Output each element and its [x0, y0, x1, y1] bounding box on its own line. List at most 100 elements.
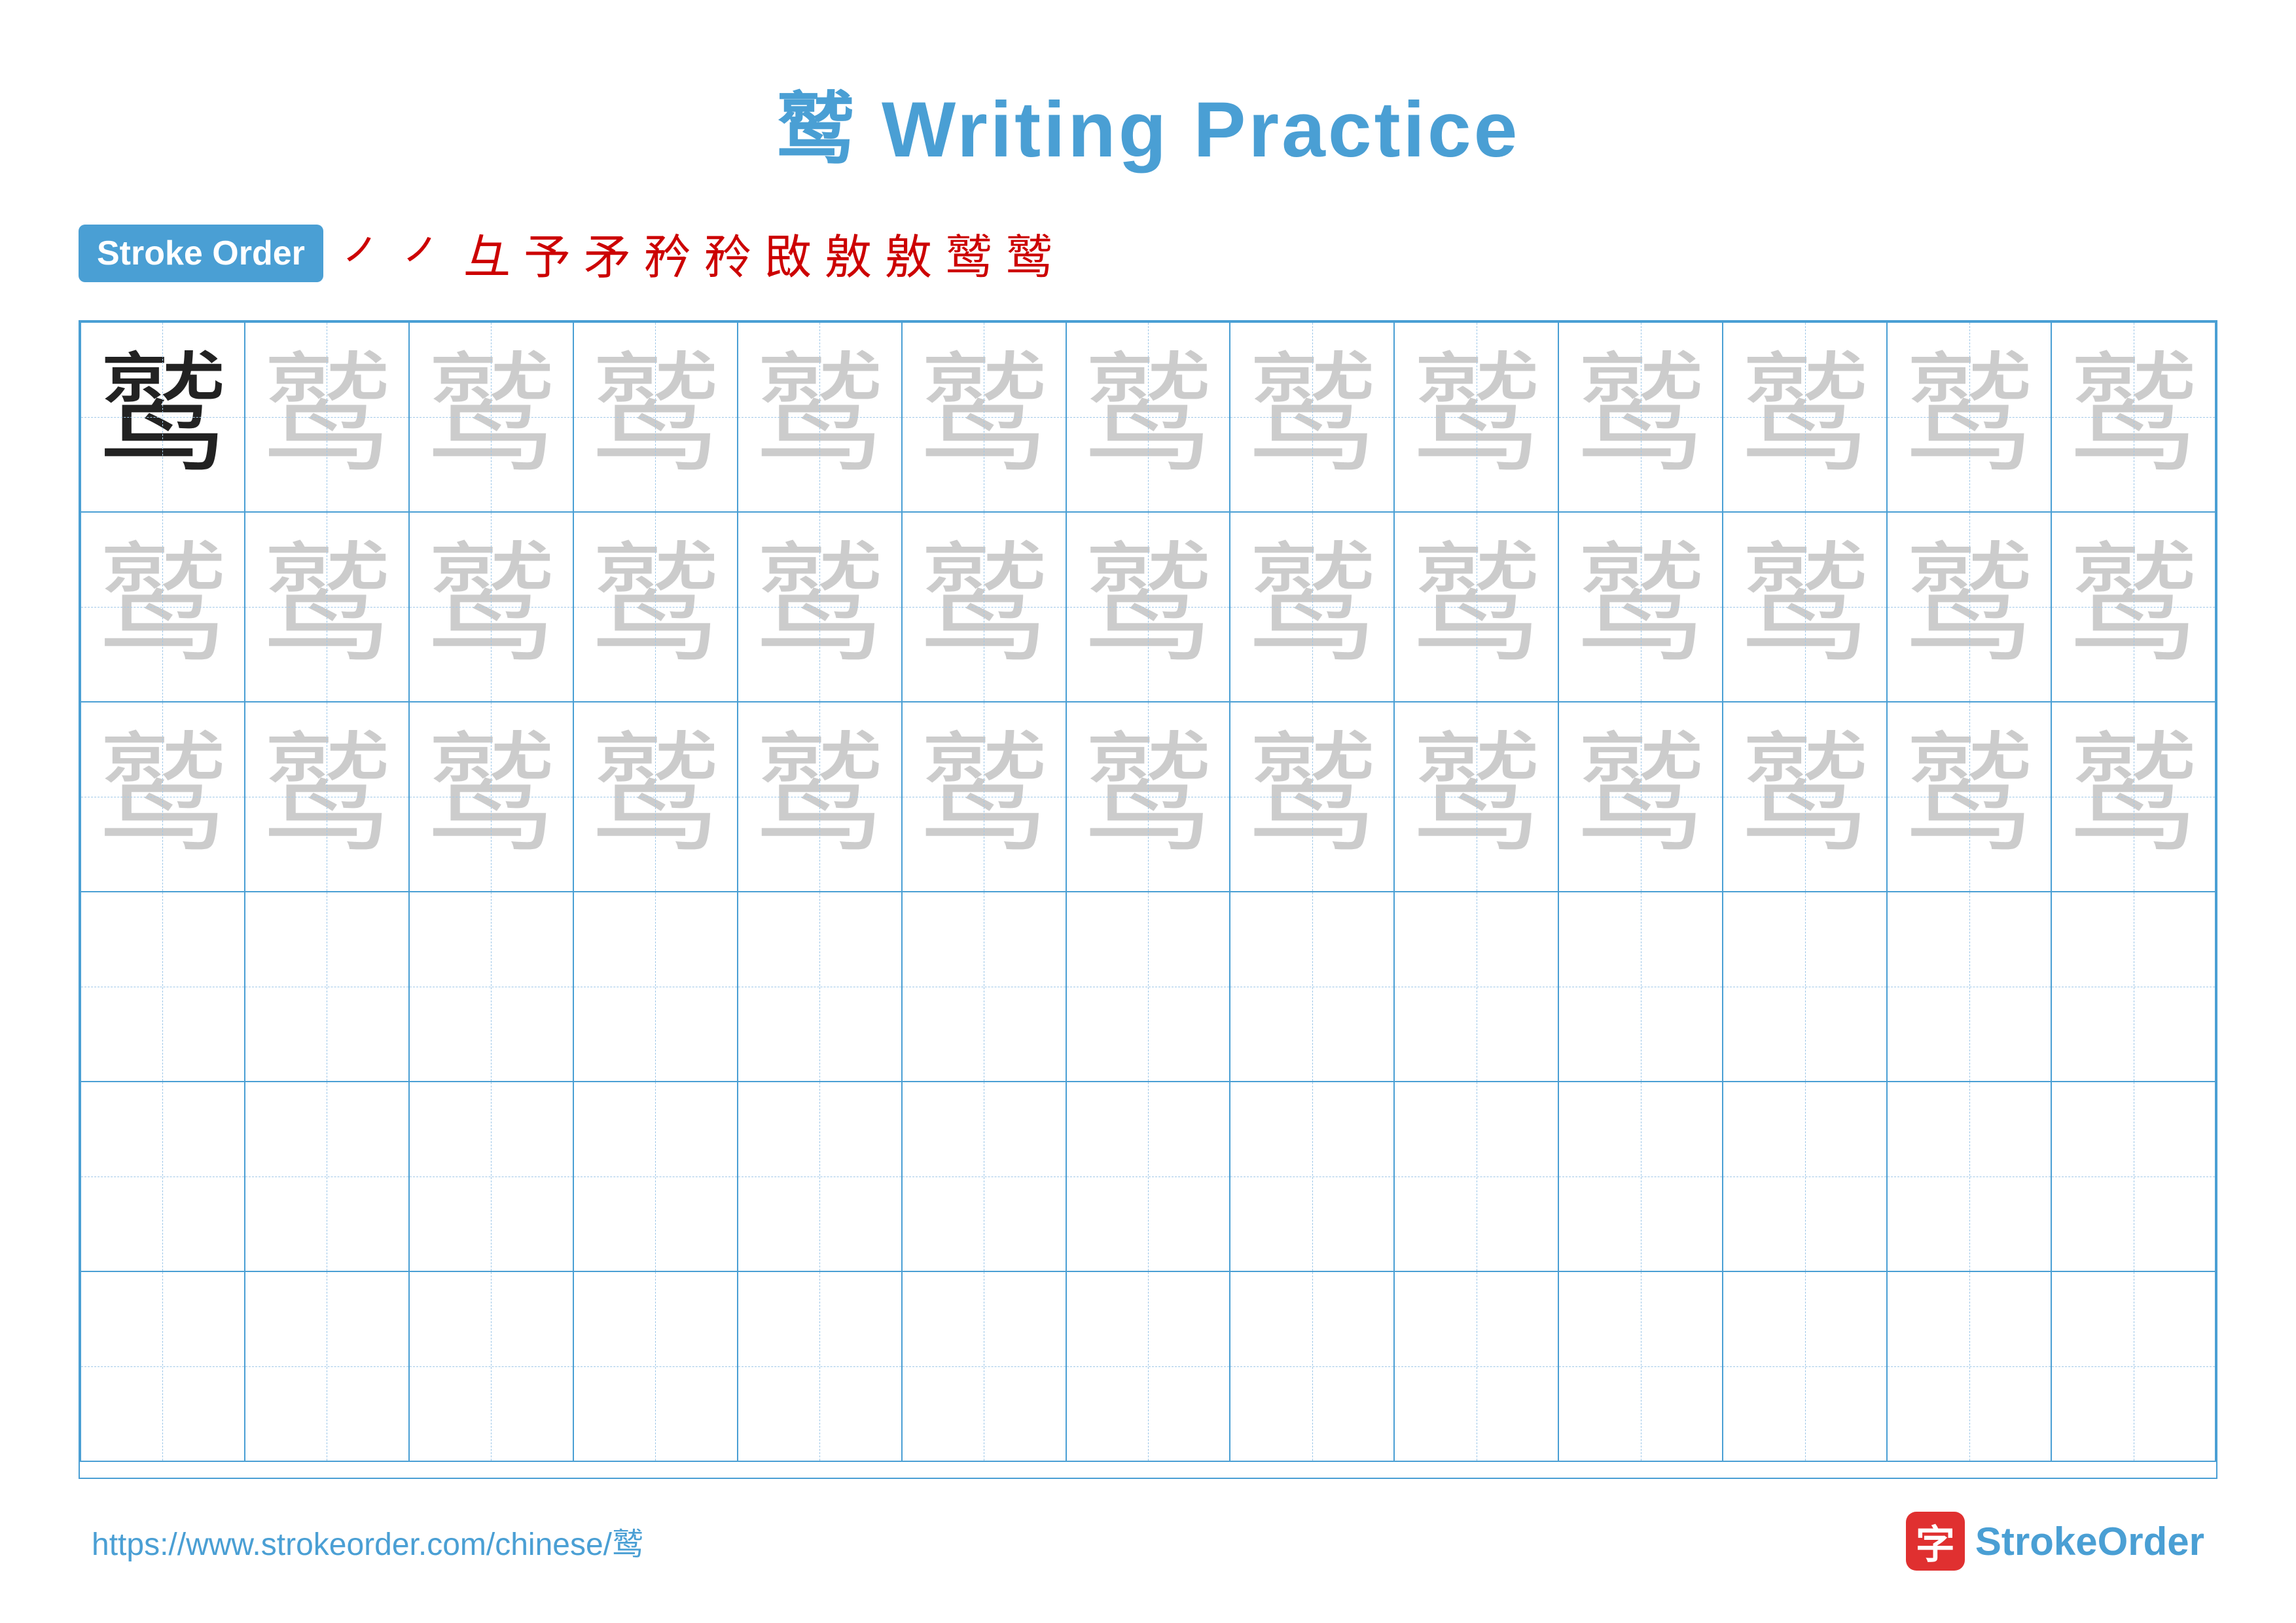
grid-cell-empty[interactable]	[2051, 892, 2215, 1082]
grid-cell-empty[interactable]	[1394, 1271, 1558, 1461]
practice-grid: 鹫 鹫 鹫 鹫 鹫 鹫 鹫 鹫 鹫 鹫 鹫 鹫 鹫 鹫 鹫 鹫 鹫	[79, 320, 2217, 1479]
grid-cell: 鹫	[1066, 322, 1230, 512]
grid-cell-empty[interactable]	[81, 1271, 245, 1461]
grid-cell-empty[interactable]	[1558, 892, 1723, 1082]
grid-cell-empty[interactable]	[902, 892, 1066, 1082]
stroke-step-9: 敫	[825, 219, 872, 287]
practice-char-light: 鹫	[97, 534, 228, 679]
stroke-step-5: 矛	[584, 219, 631, 287]
grid-cell-empty[interactable]	[1066, 892, 1230, 1082]
grid-cell-empty[interactable]	[902, 1271, 1066, 1461]
grid-cell: 鹫	[1230, 702, 1394, 892]
grid-cell: 鹫	[1558, 702, 1723, 892]
grid-cell: 鹫	[409, 512, 573, 702]
table-row: 鹫 鹫 鹫 鹫 鹫 鹫 鹫 鹫 鹫 鹫 鹫 鹫 鹫	[81, 512, 2215, 702]
practice-char-light: 鹫	[1904, 344, 2035, 489]
practice-char-light: 鹫	[1575, 724, 1706, 869]
practice-char-light: 鹫	[754, 344, 885, 489]
brand-name-part2: Order	[2098, 1520, 2204, 1563]
stroke-steps: ㇒ ㇒ 彑 予 矛 矜 矝 敃 敫 敫 鹫 鹫	[343, 219, 1052, 287]
grid-cell-empty[interactable]	[1394, 1082, 1558, 1271]
grid-cell-empty[interactable]	[573, 1082, 738, 1271]
grid-cell-empty[interactable]	[245, 892, 409, 1082]
practice-char-light: 鹫	[1083, 724, 1213, 869]
grid-cell: 鹫	[2051, 702, 2215, 892]
page-title: 鹫 Writing Practice	[776, 65, 1520, 179]
footer-url[interactable]: https://www.strokeorder.com/chinese/鹫	[92, 1518, 643, 1564]
grid-cell: 鹫	[1887, 512, 2051, 702]
grid-cell-empty[interactable]	[1230, 892, 1394, 1082]
grid-cell: 鹫	[738, 322, 902, 512]
grid-cell-empty[interactable]	[738, 892, 902, 1082]
grid-cell: 鹫	[1723, 702, 1887, 892]
grid-cell-empty[interactable]	[1723, 892, 1887, 1082]
practice-char-dark: 鹫	[97, 344, 228, 489]
practice-char-light: 鹫	[918, 534, 1049, 679]
footer-brand: 字 StrokeOrder	[1906, 1512, 2204, 1571]
stroke-step-4: 予	[524, 219, 571, 287]
grid-cell: 鹫	[1887, 702, 2051, 892]
practice-char-light: 鹫	[1247, 724, 1378, 869]
stroke-step-3: 彑	[463, 219, 511, 287]
practice-char-light: 鹫	[97, 724, 228, 869]
grid-cell: 鹫	[409, 702, 573, 892]
grid-cell: 鹫	[1230, 322, 1394, 512]
grid-cell-empty[interactable]	[81, 1082, 245, 1271]
grid-cell-empty[interactable]	[2051, 1082, 2215, 1271]
practice-char-light: 鹫	[754, 534, 885, 679]
grid-cell-empty[interactable]	[2051, 1271, 2215, 1461]
grid-cell: 鹫	[1723, 512, 1887, 702]
grid-cell-empty[interactable]	[902, 1082, 1066, 1271]
grid-cell-empty[interactable]	[245, 1271, 409, 1461]
practice-char-light: 鹫	[425, 344, 556, 489]
grid-cell: 鹫	[1887, 322, 2051, 512]
grid-cell-empty[interactable]	[409, 1082, 573, 1271]
practice-char-light: 鹫	[1575, 344, 1706, 489]
brand-icon: 字	[1906, 1512, 1965, 1571]
grid-cell-empty[interactable]	[81, 892, 245, 1082]
brand-text: StrokeOrder	[1975, 1519, 2204, 1564]
grid-cell-empty[interactable]	[409, 1271, 573, 1461]
grid-cell-empty[interactable]	[409, 892, 573, 1082]
practice-char-light: 鹫	[1411, 534, 1542, 679]
practice-char-light: 鹫	[918, 724, 1049, 869]
grid-cell-empty[interactable]	[573, 892, 738, 1082]
grid-cell: 鹫	[245, 702, 409, 892]
grid-cell: 鹫	[902, 322, 1066, 512]
grid-cell-empty[interactable]	[1887, 1271, 2051, 1461]
grid-cell: 鹫	[245, 512, 409, 702]
grid-cell-empty[interactable]	[738, 1271, 902, 1461]
page: 鹫 Writing Practice Stroke Order ㇒ ㇒ 彑 予 …	[0, 0, 2296, 1623]
practice-char-light: 鹫	[1575, 534, 1706, 679]
grid-cell: 鹫	[573, 702, 738, 892]
practice-char-light: 鹫	[1740, 534, 1871, 679]
stroke-step-7: 矝	[704, 219, 751, 287]
grid-cell: 鹫	[573, 512, 738, 702]
grid-cell-empty[interactable]	[573, 1271, 738, 1461]
grid-cell-empty[interactable]	[1723, 1082, 1887, 1271]
grid-cell-empty[interactable]	[1230, 1271, 1394, 1461]
practice-char-light: 鹫	[261, 534, 392, 679]
stroke-step-8: 敃	[764, 219, 812, 287]
grid-cell-empty[interactable]	[1558, 1271, 1723, 1461]
grid-cell-empty[interactable]	[1230, 1082, 1394, 1271]
grid-cell-empty[interactable]	[1066, 1082, 1230, 1271]
grid-cell-empty[interactable]	[1558, 1082, 1723, 1271]
practice-char-light: 鹫	[261, 344, 392, 489]
grid-cell-empty[interactable]	[738, 1082, 902, 1271]
grid-cell: 鹫	[1066, 512, 1230, 702]
practice-char-light: 鹫	[425, 724, 556, 869]
grid-cell-empty[interactable]	[1723, 1271, 1887, 1461]
grid-cell-empty[interactable]	[245, 1082, 409, 1271]
practice-char-light: 鹫	[2068, 724, 2199, 869]
practice-char-light: 鹫	[590, 344, 721, 489]
grid-cell-empty[interactable]	[1887, 1082, 2051, 1271]
grid-cell-empty[interactable]	[1887, 892, 2051, 1082]
practice-char-light: 鹫	[1083, 534, 1213, 679]
grid-cell: 鹫	[1558, 512, 1723, 702]
stroke-step-12: 鹫	[1005, 219, 1052, 287]
grid-cell-empty[interactable]	[1394, 892, 1558, 1082]
practice-char-light: 鹫	[425, 534, 556, 679]
grid-table: 鹫 鹫 鹫 鹫 鹫 鹫 鹫 鹫 鹫 鹫 鹫 鹫 鹫 鹫 鹫 鹫 鹫	[80, 321, 2216, 1462]
grid-cell-empty[interactable]	[1066, 1271, 1230, 1461]
